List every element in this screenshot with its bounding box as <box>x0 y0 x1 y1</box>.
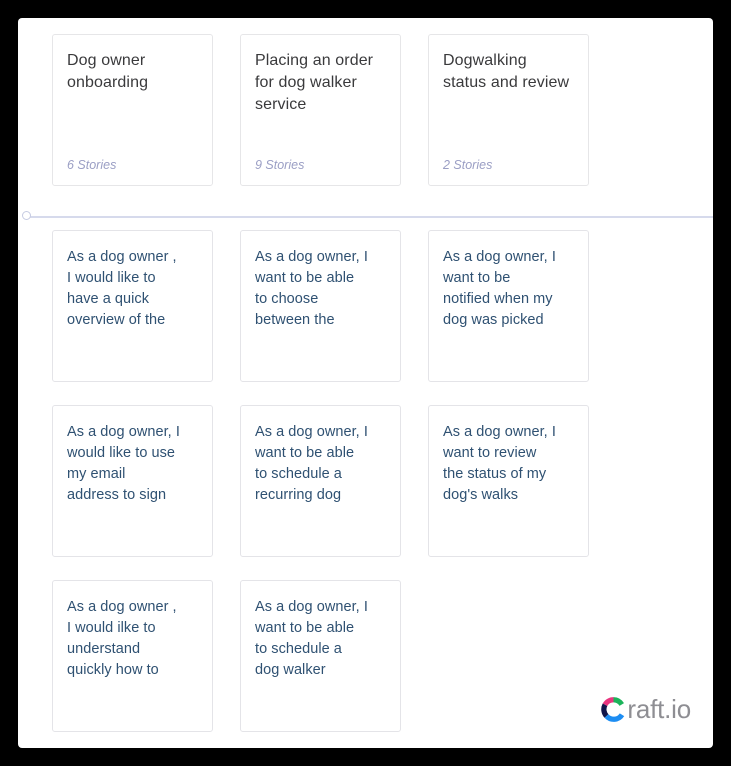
story-card[interactable]: As a dog owner, I want to be notified wh… <box>428 230 589 382</box>
epic-story-count: 6 Stories <box>67 158 117 172</box>
story-card[interactable]: As a dog owner , I would like to have a … <box>52 230 213 382</box>
craft-io-logo: raft.io <box>601 692 691 726</box>
story-card[interactable]: As a dog owner, I want to be able to sch… <box>240 405 401 557</box>
epic-title: Dogwalking status and review <box>443 52 570 91</box>
swimlane-divider <box>18 210 713 224</box>
story-card-text: As a dog owner, I want to be able to sch… <box>255 599 368 678</box>
epic-card[interactable]: Placing an order for dog walker service … <box>240 34 401 186</box>
story-row: As a dog owner, I would like to use my e… <box>18 405 713 580</box>
story-card-text: As a dog owner, I want to be able to cho… <box>255 249 368 328</box>
epic-title: Placing an order for dog walker service <box>255 52 374 113</box>
epic-card[interactable]: Dogwalking status and review 2 Stories <box>428 34 589 186</box>
story-map-canvas: Dog owner onboarding 6 Stories Placing a… <box>18 18 713 748</box>
story-card-text: As a dog owner , I would ilke to underst… <box>67 599 177 678</box>
story-card[interactable]: As a dog owner, I want to review the sta… <box>428 405 589 557</box>
craft-c-logo-icon <box>601 696 625 722</box>
screenshot-frame: Dog owner onboarding 6 Stories Placing a… <box>0 0 731 766</box>
craft-io-wordmark: raft.io <box>627 694 691 724</box>
story-card[interactable]: As a dog owner, I want to be able to cho… <box>240 230 401 382</box>
epic-row: Dog owner onboarding 6 Stories Placing a… <box>18 18 713 204</box>
circle-handle-icon[interactable] <box>22 211 31 220</box>
story-card-text: As a dog owner, I would like to use my e… <box>67 424 180 503</box>
epic-title: Dog owner onboarding <box>67 52 149 91</box>
story-card[interactable]: As a dog owner, I would like to use my e… <box>52 405 213 557</box>
story-row: As a dog owner , I would like to have a … <box>18 230 713 405</box>
epic-card[interactable]: Dog owner onboarding 6 Stories <box>52 34 213 186</box>
story-grid: As a dog owner , I would like to have a … <box>18 230 713 748</box>
epic-story-count: 9 Stories <box>255 158 305 172</box>
divider-line <box>29 216 713 218</box>
story-card-text: As a dog owner, I want to review the sta… <box>443 424 556 503</box>
story-card-text: As a dog owner, I want to be able to sch… <box>255 424 368 503</box>
story-card-text: As a dog owner , I would like to have a … <box>67 249 177 328</box>
story-card[interactable]: As a dog owner, I want to be able to sch… <box>240 580 401 732</box>
story-card-text: As a dog owner, I want to be notified wh… <box>443 249 556 328</box>
story-card[interactable]: As a dog owner , I would ilke to underst… <box>52 580 213 732</box>
epic-story-count: 2 Stories <box>443 158 493 172</box>
